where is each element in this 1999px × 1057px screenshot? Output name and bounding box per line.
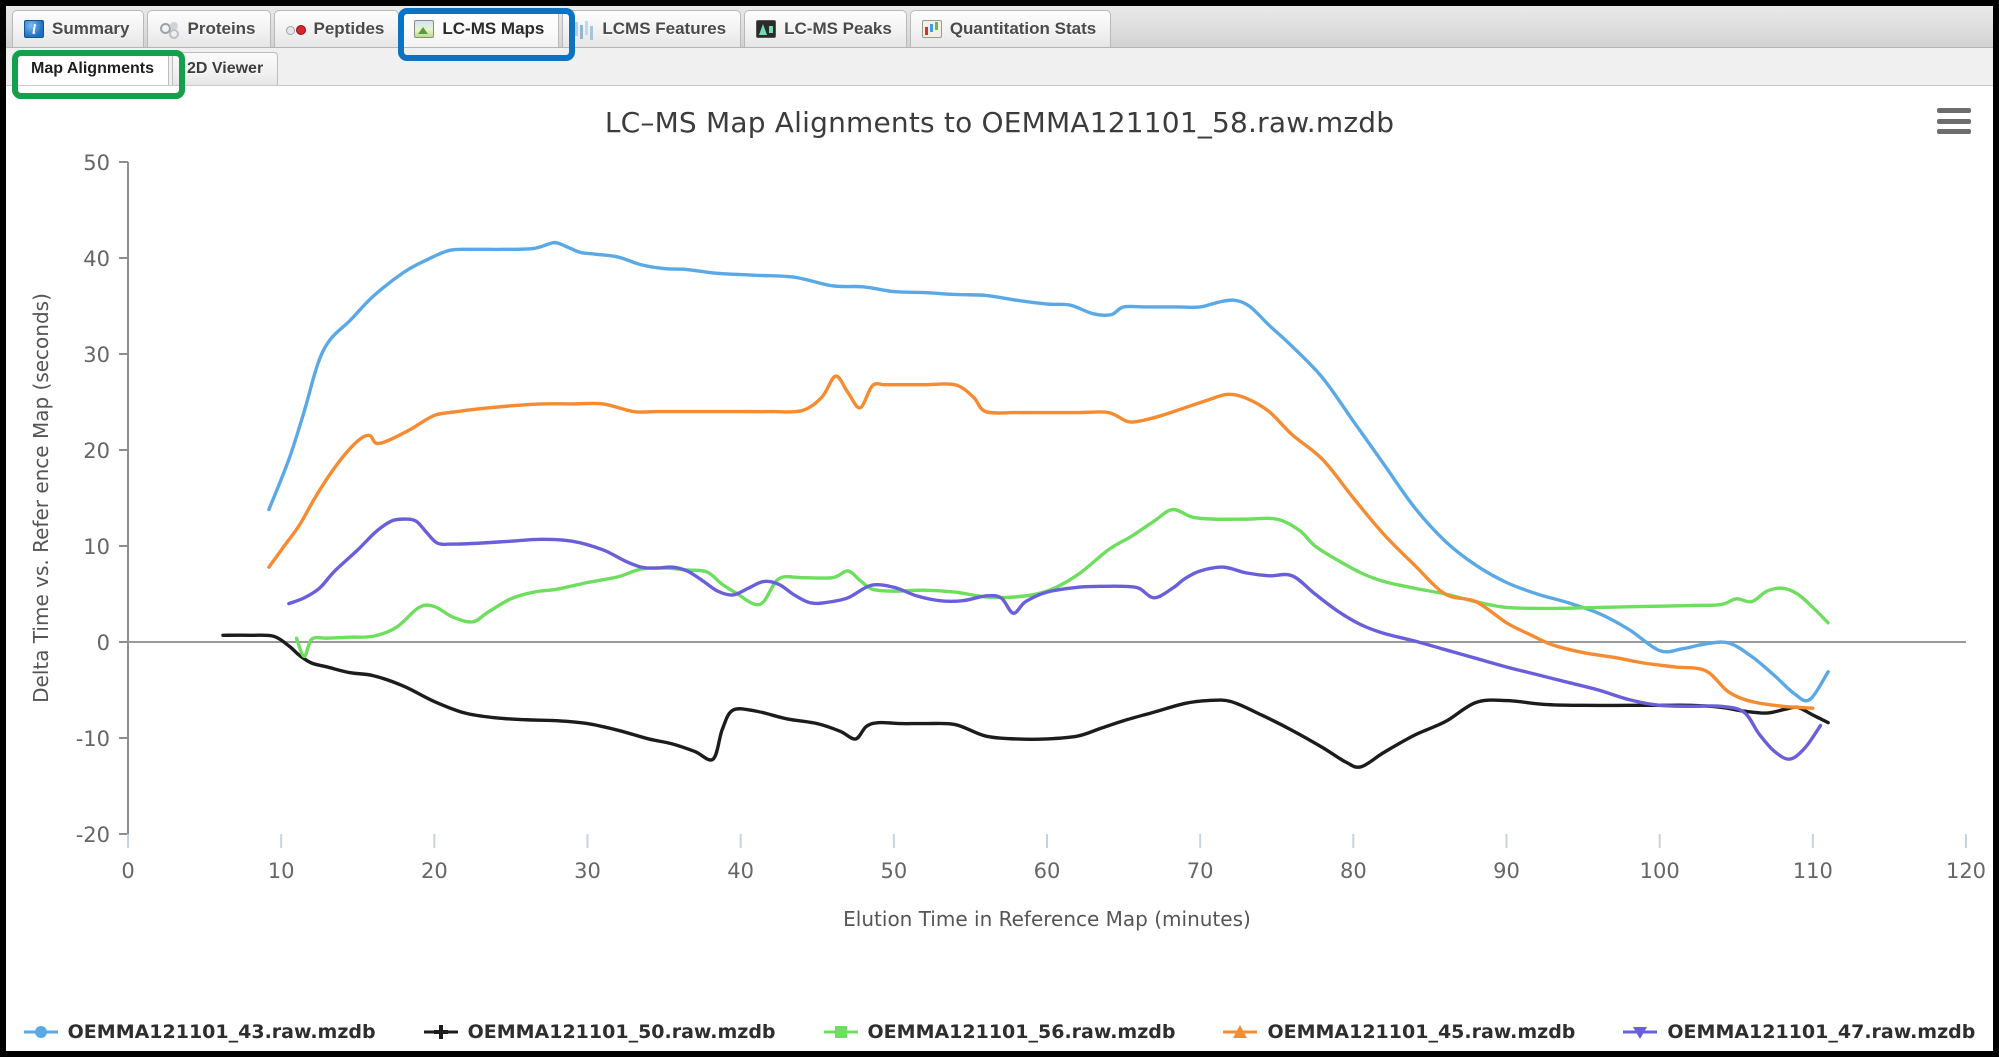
- y-tick-label: 40: [83, 247, 110, 271]
- tab-peptides[interactable]: Peptides: [273, 10, 400, 47]
- tab-lcms-features[interactable]: LCMS Features: [562, 10, 742, 47]
- series-line: [287, 517, 1823, 761]
- legend-item[interactable]: OEMMA121101_47.raw.mzdb: [1623, 1021, 1975, 1043]
- map-image-icon: [414, 20, 435, 38]
- x-tick-label: 20: [421, 859, 448, 883]
- y-axis-title: Delta Time vs. Refer ence Map (seconds): [29, 293, 53, 703]
- features-bars-icon: [574, 20, 594, 38]
- protein-icon: [159, 20, 180, 39]
- tab-lc-ms-maps[interactable]: LC-MS Maps: [402, 10, 560, 47]
- tab-label: LCMS Features: [602, 19, 727, 38]
- tab-label: Proteins: [187, 19, 256, 38]
- y-tick-label: 30: [83, 343, 110, 367]
- legend-marker-icon: [23, 1024, 58, 1040]
- x-tick-label: 90: [1493, 859, 1520, 883]
- legend-label: OEMMA121101_56.raw.mzdb: [867, 1021, 1176, 1043]
- line-chart-plot: -20 -10 0 10 20 30 40 50 0 10 20 30 40 50 60 70 80 90 100 1…: [6, 134, 1993, 964]
- tab-proteins[interactable]: Proteins: [147, 10, 271, 47]
- bar-chart-icon: [921, 20, 942, 38]
- chart-panel: LC–MS Map Alignments to OEMMA121101_58.r…: [6, 86, 1993, 1051]
- x-tick-label: 80: [1340, 859, 1367, 883]
- hamburger-bar-1: [1937, 108, 1971, 113]
- tab-lc-ms-peaks[interactable]: LC-MS Peaks: [744, 10, 907, 47]
- main-tab-bar: Summary Proteins Peptides LC-MS Maps LCMS Fe…: [6, 6, 1993, 48]
- subtab-2d-viewer[interactable]: 2D Viewer: [171, 52, 279, 85]
- legend-marker-icon: [1623, 1024, 1658, 1040]
- tab-label: Summary: [52, 19, 130, 38]
- hamburger-bar-2: [1937, 118, 1971, 124]
- tab-label: Quantitation Stats: [949, 19, 1097, 38]
- x-tick-label: 30: [574, 859, 601, 883]
- y-tick-label: 50: [83, 151, 110, 175]
- legend-marker-icon: [1223, 1024, 1258, 1040]
- subtab-map-alignments[interactable]: Map Alignments: [16, 52, 169, 85]
- tab-summary[interactable]: Summary: [12, 10, 145, 47]
- application-window: Summary Proteins Peptides LC-MS Maps LCMS Fe…: [0, 0, 1999, 1057]
- x-tick-label: 0: [121, 859, 134, 883]
- y-tick-label: 10: [83, 535, 110, 559]
- legend-item[interactable]: OEMMA121101_56.raw.mzdb: [823, 1021, 1176, 1043]
- y-tick-label: -20: [76, 823, 110, 847]
- y-tick-label: 0: [97, 631, 110, 655]
- legend-label: OEMMA121101_47.raw.mzdb: [1667, 1021, 1976, 1043]
- x-tick-label: 50: [880, 859, 907, 883]
- peaks-chart-icon: [756, 20, 777, 38]
- legend-label: OEMMA121101_45.raw.mzdb: [1267, 1021, 1576, 1043]
- x-tick-label: 100: [1640, 859, 1680, 883]
- legend-marker-icon: [423, 1024, 458, 1040]
- y-tick-label: -10: [76, 727, 110, 751]
- tab-label: LC-MS Maps: [442, 19, 545, 38]
- legend-marker-icon: [823, 1024, 858, 1040]
- info-circle-icon: [24, 20, 44, 38]
- legend-label: OEMMA121101_50.raw.mzdb: [467, 1021, 776, 1043]
- x-tick-label: 110: [1793, 859, 1833, 883]
- tab-label: LC-MS Peaks: [784, 19, 892, 38]
- x-tick-label: 60: [1034, 859, 1061, 883]
- x-tick-label: 40: [727, 859, 754, 883]
- series-line: [267, 240, 1830, 703]
- legend-item[interactable]: OEMMA121101_43.raw.mzdb: [23, 1021, 376, 1043]
- x-tick-label: 70: [1187, 859, 1214, 883]
- chart-legend: OEMMA121101_43.raw.mzdb OEMMA121101_50.ra…: [6, 1021, 1993, 1043]
- series-line: [294, 507, 1830, 659]
- legend-item[interactable]: OEMMA121101_45.raw.mzdb: [1223, 1021, 1575, 1043]
- chart-svg: -20 -10 0 10 20 30 40 50 0 10 20 30 40 50 60 70 80 90 100 1…: [29, 151, 1986, 931]
- tab-label: Peptides: [313, 19, 385, 38]
- x-axis-title: Elution Time in Reference Map (minutes): [843, 907, 1251, 931]
- y-tick-label: 20: [83, 439, 110, 463]
- x-tick-label: 10: [268, 859, 295, 883]
- x-tick-label: 120: [1946, 859, 1986, 883]
- hamburger-menu-icon[interactable]: [1937, 108, 1971, 134]
- sub-tab-bar: Map Alignments 2D Viewer: [6, 48, 1993, 86]
- peptide-icon: [285, 20, 306, 38]
- tab-quantitation-stats[interactable]: Quantitation Stats: [909, 10, 1112, 47]
- legend-label: OEMMA121101_43.raw.mzdb: [67, 1021, 376, 1043]
- legend-item[interactable]: OEMMA121101_50.raw.mzdb: [423, 1021, 776, 1043]
